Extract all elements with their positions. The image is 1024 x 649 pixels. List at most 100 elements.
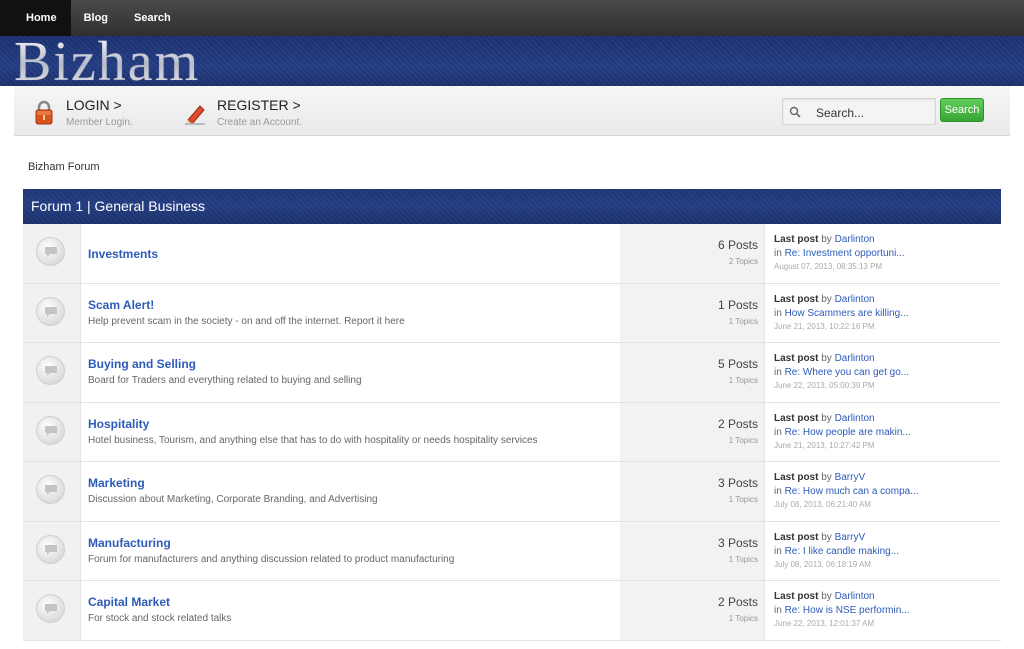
last-post-line: Last post by Darlinton [774, 234, 875, 245]
forum-list: Investments 6 Posts 2 Topics Last post b… [23, 224, 1001, 641]
last-post-date: July 08, 2013, 06:21:40 AM [774, 500, 871, 509]
by-label: by [821, 234, 832, 245]
last-post-thread-link[interactable]: Re: I like candle making... [785, 546, 900, 557]
forum-icon-cell [23, 402, 81, 461]
last-post-label: Last post [774, 472, 819, 483]
last-post-author[interactable]: Darlinton [835, 234, 875, 245]
speech-bubble-icon [36, 415, 65, 445]
post-count: 5 Posts [717, 357, 758, 371]
last-post-thread-link[interactable]: How Scammers are killing... [785, 308, 909, 319]
last-post-date: June 21, 2013, 10:27:42 PM [774, 440, 875, 450]
in-label: in [774, 545, 782, 557]
magnifier-icon [789, 105, 801, 123]
forum-title-link[interactable]: Hospitality [88, 417, 149, 431]
last-post-line: Last post by Darlinton [774, 353, 875, 364]
register-link[interactable]: REGISTER > [217, 97, 301, 113]
by-label: by [821, 472, 832, 483]
last-post-author[interactable]: Darlinton [835, 294, 875, 305]
last-post-line: Last post by Darlinton [774, 413, 875, 424]
forum-description: Hotel business, Tourism, and anything el… [88, 434, 538, 446]
last-post-author[interactable]: Darlinton [835, 353, 875, 364]
speech-bubble-icon [36, 237, 65, 266]
search-input[interactable] [816, 105, 928, 120]
search-button[interactable]: Search [940, 98, 984, 122]
pencil-icon[interactable] [184, 100, 208, 131]
forum-row: Manufacturing Forum for manufacturers an… [23, 521, 1001, 581]
forum-title-link[interactable]: Buying and Selling [88, 357, 196, 371]
in-label: in [774, 426, 782, 438]
last-post-thread-link[interactable]: Re: How much can a compa... [785, 486, 919, 497]
speech-bubble-icon [36, 356, 65, 385]
last-post-label: Last post [774, 591, 819, 602]
post-count: 6 Posts [717, 238, 758, 252]
forum-title-link[interactable]: Investments [88, 247, 158, 261]
forum-stats-cell: 5 Posts 1 Topics [620, 343, 765, 402]
by-label: by [821, 591, 832, 602]
forum-icon-cell [23, 581, 81, 640]
last-post-thread-line: in Re: How is NSE performin... [774, 605, 910, 616]
account-bar: LOGIN > Member Login. REGISTER > Create … [14, 86, 1010, 136]
last-post-thread-line: in Re: How people are makin... [774, 427, 911, 438]
topic-count: 1 Topics [728, 435, 758, 445]
padlock-icon[interactable] [34, 100, 54, 131]
forum-icon-cell [23, 462, 81, 521]
topic-count: 1 Topics [728, 495, 758, 504]
last-post-label: Last post [774, 293, 819, 305]
forum-title-link[interactable]: Marketing [88, 476, 145, 490]
topic-count: 1 Topics [728, 614, 758, 623]
forum-row: Hospitality Hotel business, Tourism, and… [23, 402, 1001, 462]
forum-title-link[interactable]: Capital Market [88, 595, 170, 609]
speech-bubble-icon [36, 594, 65, 623]
last-post-thread-link[interactable]: Re: Investment opportuni... [785, 248, 905, 259]
forum-stats-cell: 1 Posts 1 Topics [620, 283, 765, 342]
in-label: in [774, 307, 782, 319]
last-post-thread-link[interactable]: Re: Where you can get go... [785, 367, 910, 378]
login-link[interactable]: LOGIN > [66, 97, 122, 113]
topic-count: 2 Topics [728, 257, 758, 266]
forum-stats-cell: 3 Posts 1 Topics [620, 462, 765, 521]
forum-icon-cell [23, 521, 81, 580]
post-count: 3 Posts [717, 535, 758, 550]
forum-description: Help prevent scam in the society - on an… [88, 315, 405, 327]
by-label: by [821, 531, 832, 543]
last-post-cell: Last post by Darlinton in How Scammers a… [765, 283, 1001, 342]
last-post-author[interactable]: BarryV [835, 532, 866, 543]
last-post-label: Last post [774, 353, 819, 364]
forum-icon-cell [23, 224, 81, 283]
forum-row: Investments 6 Posts 2 Topics Last post b… [23, 224, 1001, 284]
last-post-date: June 22, 2013, 05:00:39 PM [774, 381, 875, 390]
forum-row: Buying and Selling Board for Traders and… [23, 343, 1001, 403]
last-post-date: June 22, 2013, 12:01:37 AM [774, 619, 875, 628]
speech-bubble-icon [36, 475, 65, 504]
topic-count: 1 Topics [728, 316, 758, 326]
login-subtitle: Member Login. [66, 117, 133, 128]
category-header: Forum 1 | General Business [23, 189, 1001, 224]
forum-info-cell: Capital Market For stock and stock relat… [81, 581, 620, 640]
in-label: in [774, 367, 782, 378]
last-post-author[interactable]: Darlinton [835, 591, 875, 602]
forum-title-link[interactable]: Manufacturing [88, 536, 171, 550]
post-count: 2 Posts [717, 416, 758, 431]
forum-description: Forum for manufacturers and anything dis… [88, 553, 455, 565]
last-post-thread-link[interactable]: Re: How people are makin... [785, 427, 911, 438]
last-post-author[interactable]: BarryV [835, 472, 866, 483]
forum-description: For stock and stock related talks [88, 613, 232, 624]
forum-icon-cell [23, 283, 81, 342]
topic-count: 1 Topics [728, 554, 758, 564]
last-post-thread-line: in Re: How much can a compa... [774, 486, 919, 497]
last-post-thread-link[interactable]: Re: How is NSE performin... [785, 605, 910, 616]
forum-stats-cell: 2 Posts 1 Topics [620, 402, 765, 461]
last-post-line: Last post by Darlinton [774, 294, 875, 305]
last-post-author[interactable]: Darlinton [835, 413, 875, 424]
forum-info-cell: Investments [81, 224, 620, 283]
last-post-label: Last post [774, 234, 819, 245]
last-post-line: Last post by BarryV [774, 532, 865, 543]
last-post-label: Last post [774, 412, 819, 424]
by-label: by [821, 353, 832, 364]
breadcrumb[interactable]: Bizham Forum [28, 161, 100, 173]
site-logo[interactable]: Bizham [14, 34, 200, 90]
forum-title-link[interactable]: Scam Alert! [88, 298, 154, 312]
last-post-date: July 08, 2013, 06:18:19 AM [774, 559, 871, 569]
speech-bubble-icon [36, 534, 65, 564]
post-count: 2 Posts [717, 595, 758, 609]
